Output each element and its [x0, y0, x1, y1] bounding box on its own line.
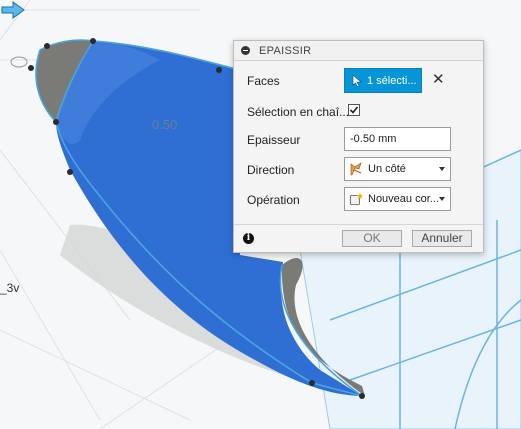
- direction-label: Direction: [247, 163, 295, 177]
- dialog-footer: i OK Annuler: [234, 224, 483, 252]
- chevron-down-icon: [439, 197, 445, 201]
- direction-value: Un côté: [368, 163, 406, 175]
- operation-dropdown[interactable]: Nouveau cor...: [344, 187, 451, 211]
- collapse-icon[interactable]: [241, 46, 250, 55]
- operation-value: Nouveau cor...: [368, 193, 439, 205]
- faces-select-button[interactable]: 1 sélecti...: [344, 68, 422, 93]
- one-side-icon: [350, 162, 362, 176]
- direction-row: Direction Un côté: [234, 157, 483, 183]
- clear-selection-icon[interactable]: ✕: [432, 70, 445, 88]
- ok-button[interactable]: OK: [342, 230, 402, 247]
- faces-selection-count: 1 sélecti...: [367, 74, 417, 87]
- dialog-title: EPAISSIR: [259, 44, 312, 57]
- operation-row: Opération Nouveau cor...: [234, 187, 483, 213]
- direction-dropdown[interactable]: Un côté: [344, 157, 451, 181]
- thickness-label: Epaisseur: [247, 133, 301, 147]
- thickness-arrow-handle[interactable]: [0, 0, 26, 20]
- chevron-down-icon: [439, 167, 445, 171]
- cursor-icon: [352, 74, 362, 87]
- origin-glyph: [10, 56, 28, 68]
- thickness-row: Epaisseur -0.50 mm: [234, 127, 483, 153]
- faces-label: Faces: [247, 74, 280, 88]
- operation-label: Opération: [247, 193, 300, 207]
- info-icon[interactable]: i: [243, 233, 254, 244]
- dialog-header: EPAISSIR: [234, 41, 483, 61]
- chain-selection-checkbox[interactable]: [348, 104, 360, 116]
- thickness-input[interactable]: -0.50 mm: [344, 127, 451, 151]
- thickness-dimension-label: 0.50: [152, 117, 178, 132]
- new-body-icon: [350, 192, 363, 205]
- thicken-dialog: EPAISSIR Faces 1 sélecti... ✕ Sélection …: [233, 40, 484, 253]
- faces-row: Faces 1 sélecti... ✕: [234, 68, 483, 94]
- checkmark-icon: [349, 106, 359, 114]
- cancel-button[interactable]: Annuler: [412, 230, 472, 247]
- chain-selection-label: Sélection en chaî...: [247, 105, 350, 119]
- body-label: _3v: [0, 281, 20, 295]
- chain-selection-row: Sélection en chaî...: [234, 99, 483, 125]
